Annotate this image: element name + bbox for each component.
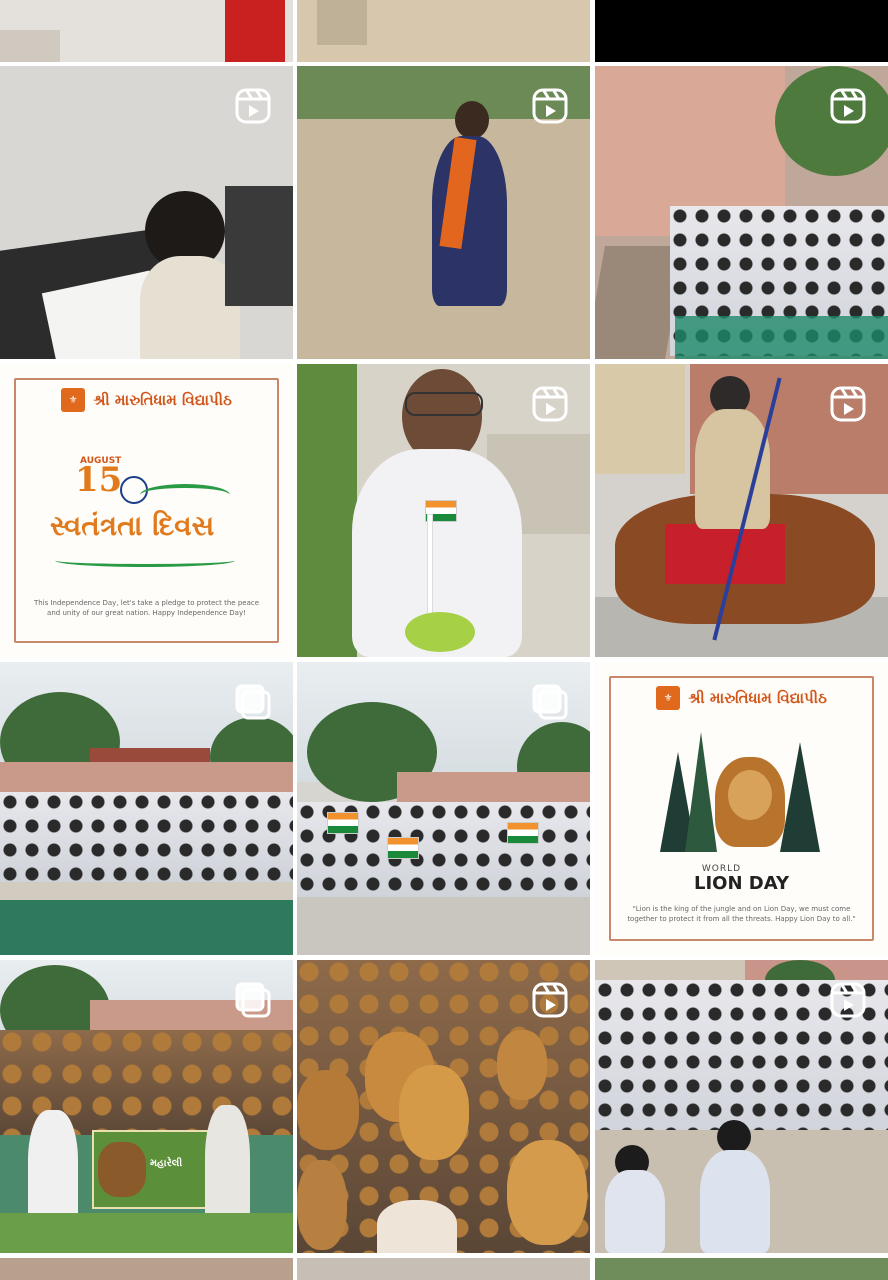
post-tile[interactable] <box>0 0 293 62</box>
post-tile[interactable] <box>595 364 888 657</box>
reel-icon <box>233 86 273 126</box>
post-tile[interactable]: મહારેલી <box>0 960 293 1253</box>
post-tile[interactable] <box>297 66 590 359</box>
post-tile[interactable] <box>0 1258 293 1280</box>
poster: ⚜ શ્રી મારુતિધામ વિદ્યાપીઠ AUGUST 15 સ્વ… <box>0 364 293 657</box>
reel-icon <box>828 384 868 424</box>
school-logo-icon: ⚜ <box>656 686 681 710</box>
poster: ⚜ શ્રી મારુતિધામ વિદ્યાપીઠ WORLD LION DA… <box>595 662 888 955</box>
school-header: ⚜ શ્રી મારુતિધામ વિદ્યાપીઠ <box>595 686 888 710</box>
lion-day-title: LION DAY <box>694 873 789 894</box>
post-tile[interactable] <box>297 0 590 62</box>
day-number: 15 <box>75 460 123 500</box>
carousel-icon <box>233 980 273 1020</box>
reel-icon <box>530 86 570 126</box>
lion-day-post[interactable]: ⚜ શ્રી મારુતિધામ વિદ્યાપીઠ WORLD LION DA… <box>595 662 888 955</box>
carousel-icon <box>530 682 570 722</box>
independence-day-post[interactable]: ⚜ શ્રી મારુતિધામ વિદ્યાપીઠ AUGUST 15 સ્વ… <box>0 364 293 657</box>
school-logo-icon: ⚜ <box>61 388 86 412</box>
reel-icon <box>530 384 570 424</box>
school-name: શ્રી મારુતિધામ વિદ્યાપીઠ <box>93 391 232 409</box>
carousel-icon <box>233 682 273 722</box>
post-tile[interactable] <box>595 0 888 62</box>
forest-illustration <box>655 732 830 852</box>
profile-post-grid: ⚜ શ્રી મારુતિધામ વિદ્યાપીઠ AUGUST 15 સ્વ… <box>0 0 888 1280</box>
reel-icon <box>828 980 868 1020</box>
school-name: શ્રી મારુતિધામ વિદ્યાપીઠ <box>688 689 827 707</box>
post-tile[interactable] <box>297 364 590 657</box>
post-tile[interactable] <box>595 66 888 359</box>
reel-icon <box>530 980 570 1020</box>
post-tile[interactable] <box>0 66 293 359</box>
lion-rally-banner: મહારેલી <box>92 1130 211 1209</box>
lion-day-message: "Lion is the king of the jungle and on L… <box>627 905 856 923</box>
festival-title: સ્વતંત્રતા દિવસ <box>50 509 215 542</box>
banner-text: મહારેલી <box>150 1158 183 1169</box>
reel-icon <box>828 86 868 126</box>
post-photo <box>0 0 293 62</box>
tricolor-underline <box>55 554 235 567</box>
post-tile[interactable] <box>0 662 293 955</box>
greeting-message: This Independence Day, let's take a pled… <box>33 599 260 617</box>
post-tile[interactable] <box>595 960 888 1253</box>
tricolor-swoosh <box>140 484 230 506</box>
post-tile[interactable] <box>297 662 590 955</box>
post-tile[interactable] <box>297 960 590 1253</box>
school-header: ⚜ શ્રી મારુતિધામ વિદ્યાપીઠ <box>0 388 293 412</box>
post-tile[interactable] <box>297 1258 590 1280</box>
post-photo <box>297 0 590 62</box>
post-tile[interactable] <box>595 1258 888 1280</box>
